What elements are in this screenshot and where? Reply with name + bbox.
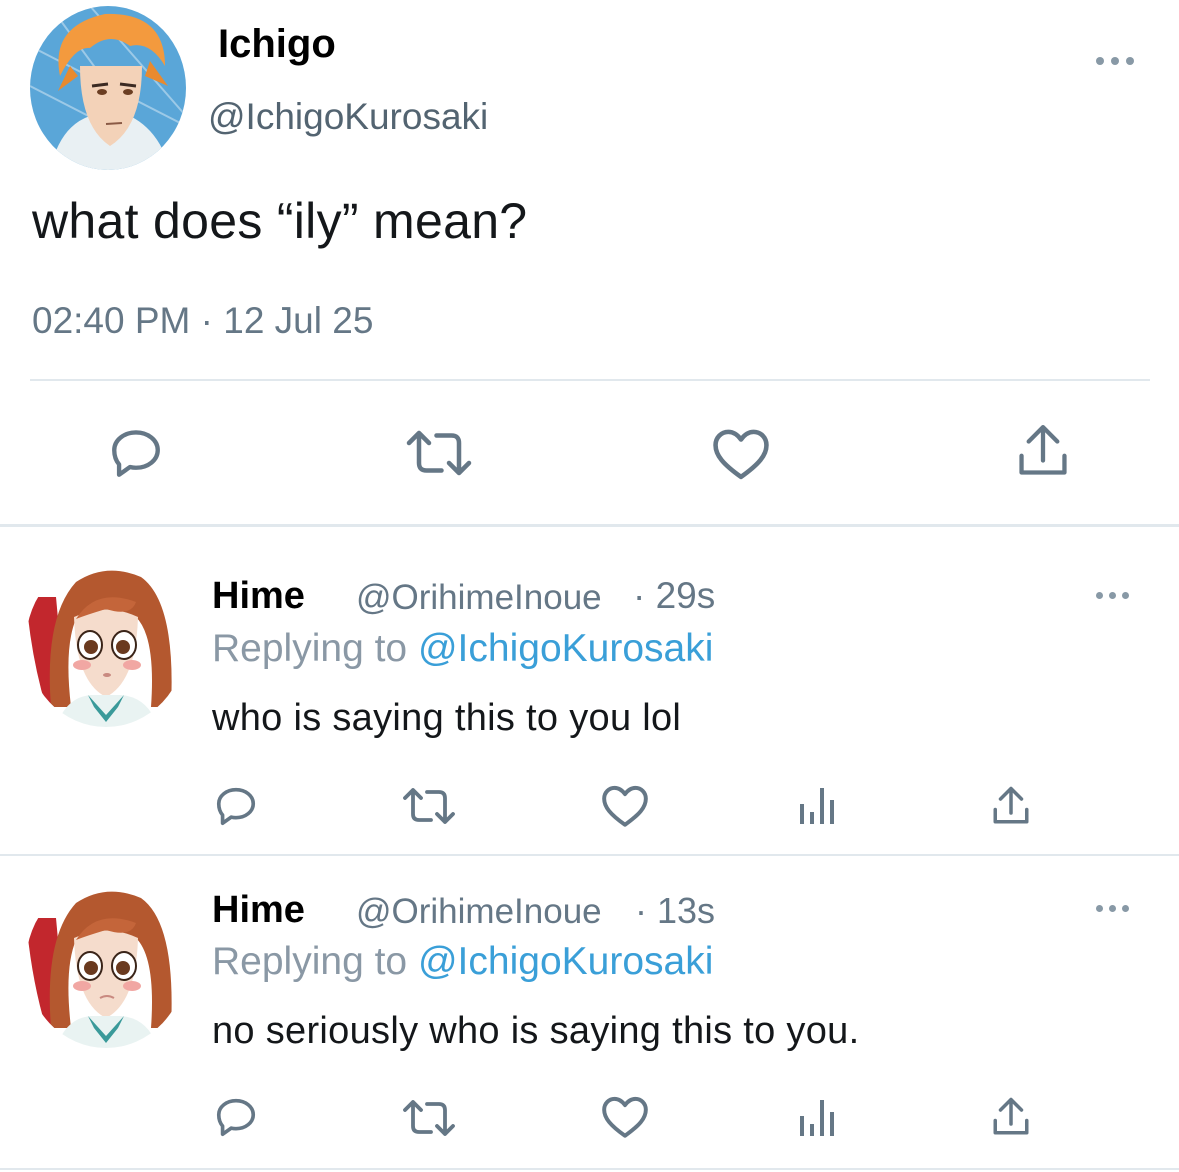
- tweet-text: what does “ily” mean?: [32, 193, 528, 249]
- author-display-name[interactable]: Ichigo: [218, 22, 336, 67]
- reply-handle[interactable]: @OrihimeInoue: [356, 578, 602, 618]
- replying-label: Replying to: [212, 627, 408, 670]
- replying-to-line: Replying to @IchigoKurosaki: [212, 940, 713, 984]
- heart-icon[interactable]: [710, 426, 772, 482]
- orihime-avatar[interactable]: [26, 557, 186, 727]
- orihime-avatar[interactable]: [26, 878, 186, 1048]
- replying-to-line: Replying to @IchigoKurosaki: [212, 627, 713, 671]
- reply-tweet: Hime @OrihimeInoue · 13s Replying to @Ic…: [0, 856, 1179, 1172]
- reply-timestamp[interactable]: · 13s: [635, 890, 715, 932]
- more-icon[interactable]: [1094, 589, 1138, 603]
- replying-label: Replying to: [212, 940, 408, 983]
- reply-time-value: 13s: [657, 890, 716, 931]
- more-icon[interactable]: [1094, 54, 1138, 68]
- retweet-icon[interactable]: [400, 786, 458, 826]
- heart-icon[interactable]: [600, 783, 650, 829]
- tweet-timestamp[interactable]: 02:40 PM · 12 Jul 25: [32, 300, 373, 342]
- analytics-icon[interactable]: [798, 786, 838, 826]
- reply-icon[interactable]: [106, 424, 166, 482]
- heart-icon[interactable]: [600, 1094, 650, 1140]
- share-icon[interactable]: [1014, 420, 1072, 482]
- main-tweet: Ichigo @IchigoKurosaki what does “ily” m…: [0, 0, 1179, 526]
- reply-text: who is saying this to you lol: [212, 697, 682, 739]
- ichigo-avatar[interactable]: [30, 6, 186, 170]
- reply-time-value: 29s: [655, 575, 716, 616]
- separator-dot: ·: [633, 575, 646, 616]
- author-handle[interactable]: @IchigoKurosaki: [208, 96, 488, 138]
- reply-icon[interactable]: [212, 1094, 260, 1140]
- reply-text: no seriously who is saying this to you.: [212, 1010, 860, 1052]
- share-icon[interactable]: [990, 783, 1032, 829]
- divider: [0, 1168, 1179, 1170]
- mention-link[interactable]: @IchigoKurosaki: [418, 627, 713, 670]
- analytics-icon[interactable]: [798, 1098, 838, 1138]
- reply-handle[interactable]: @OrihimeInoue: [356, 892, 602, 932]
- retweet-icon[interactable]: [400, 1098, 458, 1138]
- reply-icon[interactable]: [212, 783, 260, 829]
- divider: [30, 379, 1150, 381]
- reply-display-name[interactable]: Hime: [212, 575, 305, 618]
- more-icon[interactable]: [1094, 902, 1138, 916]
- separator-dot: ·: [635, 890, 647, 931]
- retweet-icon[interactable]: [404, 428, 474, 478]
- reply-display-name[interactable]: Hime: [212, 889, 305, 932]
- share-icon[interactable]: [990, 1094, 1032, 1140]
- reply-tweet: Hime @OrihimeInoue · 29s Replying to @Ic…: [0, 527, 1179, 855]
- reply-timestamp[interactable]: · 29s: [633, 575, 715, 617]
- mention-link[interactable]: @IchigoKurosaki: [418, 940, 713, 983]
